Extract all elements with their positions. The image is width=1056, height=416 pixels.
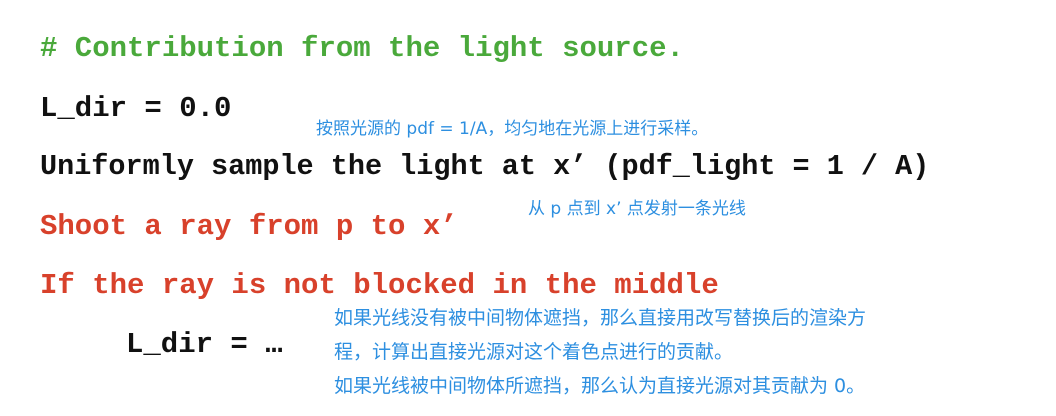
annotation-blocked-3: 如果光线被中间物体所遮挡，那么认为直接光源对其贡献为 0。 [334,375,866,397]
code-line-l-dir-assign: L_dir = … [126,328,283,361]
code-line-if-blocked: If the ray is not blocked in the middle [40,271,719,300]
code-if-emphasis: in the middle [492,269,719,302]
annotation-blocked-1: 如果光线没有被中间物体遮挡，那么直接用改写替换后的渲染方 [334,307,867,329]
code-comment: # Contribution from the light source. [40,32,684,65]
code-line-uniform-sample: Uniformly sample the light at x’ (pdf_li… [40,150,930,183]
annotation-shoot: 从 p 点到 x’ 点发射一条光线 [528,199,746,219]
annotation-sample: 按照光源的 pdf = 1/A，均匀地在光源上进行采样。 [316,119,709,139]
annotation-blocked-2: 程，计算出直接光源对这个着色点进行的贡献。 [334,341,734,363]
code-line-l-dir-init: L_dir = 0.0 [40,92,232,125]
slide: { "code": { "comment": "# Contribution f… [0,0,1056,416]
code-line-shoot-ray: Shoot a ray from p to x’ [40,210,458,243]
code-if-prefix: If the ray is not blocked [40,269,493,302]
